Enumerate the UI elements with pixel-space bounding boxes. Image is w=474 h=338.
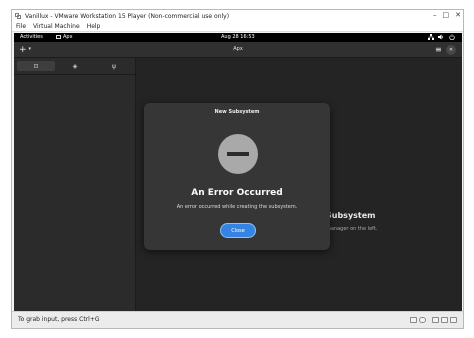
maximize-button[interactable]: □ — [443, 11, 450, 20]
error-heading: An Error Occurred — [191, 188, 283, 198]
cd-drive-icon[interactable] — [419, 317, 426, 323]
app-title: Apx — [233, 46, 243, 52]
package-icon: ◈ — [72, 62, 78, 70]
status-page-heading: Subsystem — [326, 211, 376, 220]
sound-card-icon[interactable] — [450, 317, 457, 323]
vmware-logo-icon — [15, 12, 22, 20]
close-window-button[interactable]: ✕ — [455, 11, 461, 20]
minimize-button[interactable]: – — [433, 11, 437, 20]
status-page-description: manager on the left. — [326, 226, 378, 232]
network-adapter-icon[interactable] — [432, 317, 439, 323]
error-message: An error occurred while creating the sub… — [176, 204, 298, 210]
dialog-title: New Subsystem — [214, 109, 260, 115]
close-app-button[interactable]: ✕ — [446, 45, 456, 55]
gnome-top-bar: Activities Apx Aug 28 16:53 — [14, 33, 462, 42]
window-titlebar[interactable]: Vanillux - VMware Workstation 15 Player … — [12, 10, 463, 22]
app-menu-label: Apx — [63, 34, 73, 40]
sidebar: ⊡ ◈ ψ — [14, 58, 136, 319]
usb-device-icon[interactable] — [441, 317, 448, 323]
sidebar-tab-terminal[interactable]: ⊡ — [17, 61, 55, 71]
usb-icon: ψ — [112, 62, 116, 70]
app-menu[interactable]: Apx — [56, 34, 73, 41]
vm-status-bar: To grab input, press Ctrl+G — [12, 311, 463, 328]
terminal-icon: ⊡ — [33, 62, 39, 70]
clock[interactable]: Aug 28 16:53 — [221, 34, 255, 41]
close-button[interactable]: Close — [220, 223, 256, 238]
error-dialog: New Subsystem An Error Occurred An error… — [144, 103, 330, 250]
menu-help[interactable]: Help — [87, 23, 101, 30]
sidebar-divider — [14, 74, 135, 75]
window-title: Vanillux - VMware Workstation 15 Player … — [25, 12, 230, 20]
hard-disk-icon[interactable] — [410, 317, 417, 323]
hamburger-menu-icon[interactable]: ≡ — [435, 45, 442, 54]
menu-file[interactable]: File — [16, 23, 26, 30]
menu-virtual-machine[interactable]: Virtual Machine — [33, 23, 80, 30]
app-window-icon — [56, 34, 61, 39]
sidebar-tab-usb[interactable]: ψ — [95, 61, 133, 71]
grab-input-hint: To grab input, press Ctrl+G — [18, 316, 100, 323]
menubar: File Virtual Machine Help — [12, 22, 463, 32]
vmware-player-window: Vanillux - VMware Workstation 15 Player … — [11, 9, 464, 329]
guest-display[interactable]: Activities Apx Aug 28 16:53 +▾ Apx ≡ ✕ — [14, 33, 462, 319]
error-icon — [218, 134, 258, 174]
sidebar-tab-packages[interactable]: ◈ — [56, 61, 94, 71]
activities-button[interactable]: Activities — [20, 34, 43, 41]
app-header-bar: + ▾ Apx ≡ ✕ — [14, 42, 462, 58]
